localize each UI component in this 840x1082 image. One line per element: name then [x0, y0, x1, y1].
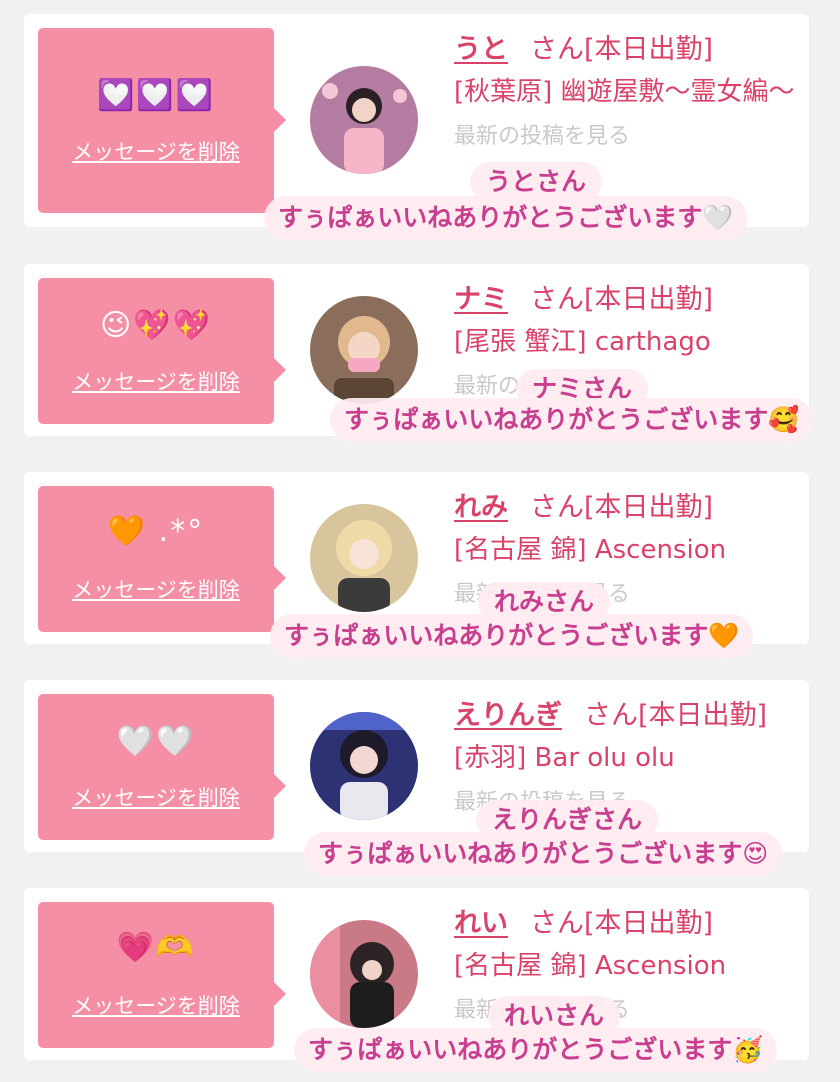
avatar[interactable]: [310, 920, 418, 1028]
latest-post-link[interactable]: 最新の投稿を見る: [454, 118, 795, 150]
attendance-label: さん[本日出勤]: [584, 700, 768, 731]
name-row: うと さん[本日出勤]: [454, 30, 795, 70]
attendance-label: さん[本日出勤]: [530, 34, 714, 65]
caption-thanks: すぅぱぁいいねありがとうございます🥳: [294, 1028, 778, 1072]
delete-message-link[interactable]: メッセージを削除: [38, 574, 274, 604]
delete-message-link[interactable]: メッセージを削除: [38, 366, 274, 396]
avatar[interactable]: [310, 504, 418, 612]
cast-name-link[interactable]: えりんぎ: [454, 700, 562, 731]
name-row: れい さん[本日出勤]: [454, 904, 795, 944]
avatar[interactable]: [310, 712, 418, 820]
name-row: れみ さん[本日出勤]: [454, 488, 795, 528]
message-emoji: 💗🫶: [116, 930, 196, 965]
message-emoji: 😉💖💖: [100, 308, 212, 343]
store-label: [秋葉原] 幽遊屋敷〜霊女編〜: [454, 77, 795, 107]
attendance-label: さん[本日出勤]: [530, 492, 714, 523]
cast-info: えりんぎさん[本日出勤] [赤羽] Bar olu olu 最新の投稿を見る: [454, 696, 795, 816]
avatar[interactable]: [310, 66, 418, 174]
message-card: 🤍🤍 メッセージを削除 えりんぎ さん[本日出勤] [赤羽] Bar olu ol…: [24, 680, 809, 852]
caption-thanks: すぅぱぁいいねありがとうございます🤍: [264, 196, 748, 240]
store-label: [赤羽] Bar olu olu: [454, 743, 675, 773]
store-label: [尾張 蟹江] carthago: [454, 327, 711, 357]
caption-thanks: すぅぱぁいいねありがとうございます😍: [304, 832, 783, 876]
delete-message-link[interactable]: メッセージを削除: [38, 136, 274, 166]
delete-message-link[interactable]: メッセージを削除: [38, 782, 274, 812]
attendance-label: さん[本日出勤]: [530, 908, 714, 939]
message-bubble: 🧡 .*° メッセージを削除: [38, 486, 286, 632]
message-bubble: 🤍🤍 メッセージを削除: [38, 694, 286, 840]
cast-name-link[interactable]: れみ: [454, 492, 508, 523]
store-label: [名古屋 錦] Ascension: [454, 951, 727, 981]
message-emoji: 🧡 .*°: [107, 514, 205, 549]
avatar[interactable]: [310, 296, 418, 404]
store-label: [名古屋 錦] Ascension: [454, 535, 727, 565]
caption-thanks: すぅぱぁいいねありがとうございます🧡: [270, 614, 754, 658]
cast-info: うと さん[本日出勤] [秋葉原] 幽遊屋敷〜霊女編〜 最新の投稿を見る: [454, 30, 795, 150]
message-bubble: 😉💖💖 メッセージを削除: [38, 278, 286, 424]
message-bubble: 💟💟💟 メッセージを削除: [38, 28, 286, 213]
message-emoji: 🤍🤍: [116, 724, 196, 759]
name-row: ナミ さん[本日出勤]: [454, 280, 795, 320]
attendance-label: さん[本日出勤]: [530, 284, 714, 315]
name-row: えりんぎ さん[本日出勤]: [454, 696, 795, 736]
message-bubble: 💗🫶 メッセージを削除: [38, 902, 286, 1048]
message-list: 💟💟💟 メッセージを削除 うと さん[本日出勤] [秋葉原] 幽遊屋敷〜霊女編〜 …: [0, 0, 840, 1082]
caption-thanks: すぅぱぁいいねありがとうございます🥰: [330, 398, 814, 442]
cast-name-link[interactable]: ナミ: [454, 284, 508, 315]
cast-name-link[interactable]: うと: [454, 34, 508, 65]
delete-message-link[interactable]: メッセージを削除: [38, 990, 274, 1020]
cast-name-link[interactable]: れい: [454, 908, 508, 939]
message-emoji: 💟💟💟: [96, 78, 216, 113]
